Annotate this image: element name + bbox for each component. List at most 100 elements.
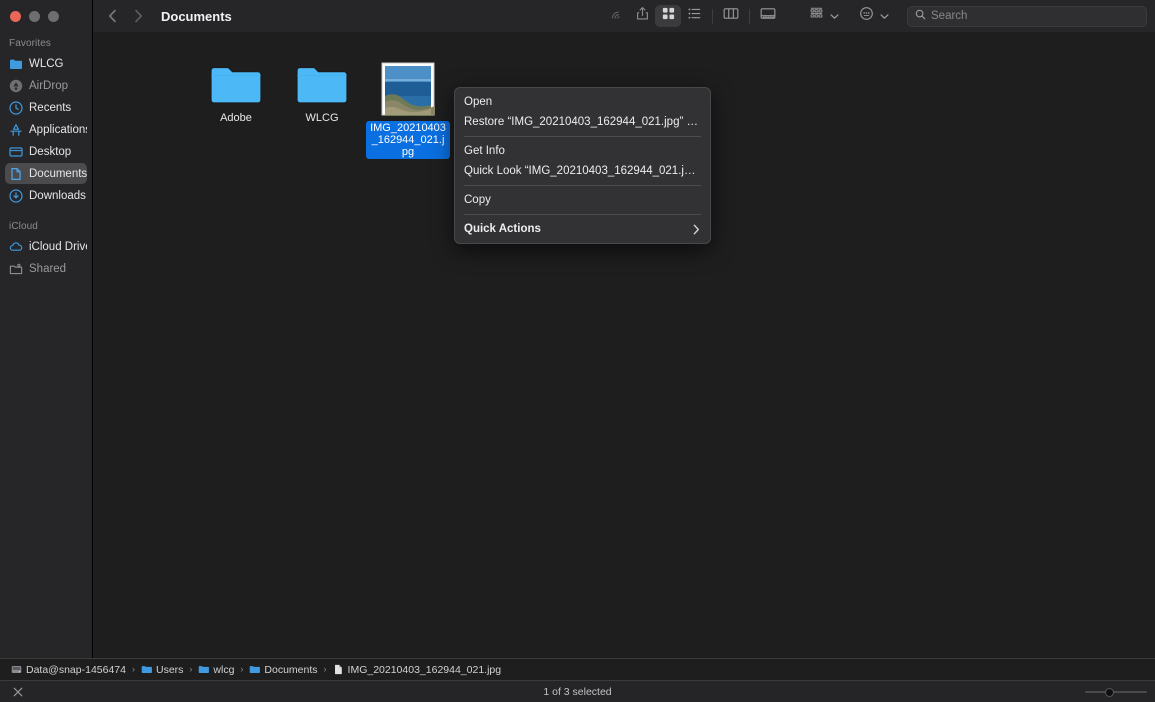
breadcrumb-label: Data@snap-1456474: [26, 663, 126, 676]
chevron-down-icon[interactable]: [880, 13, 889, 20]
window-controls: [0, 0, 92, 32]
column-view-button[interactable]: [718, 5, 744, 27]
chevron-down-icon[interactable]: [830, 13, 839, 20]
breadcrumb-item-drive[interactable]: Data@snap-1456474: [11, 664, 126, 676]
list-view-button[interactable]: [681, 5, 707, 27]
context-menu-separator: [464, 185, 701, 186]
group-by-button[interactable]: [803, 5, 829, 27]
back-button[interactable]: [105, 7, 119, 25]
icon-view-button[interactable]: [655, 5, 681, 27]
breadcrumb-separator: ›: [131, 664, 135, 674]
gallery-view-icon: [760, 6, 776, 26]
context-menu-item-get-info[interactable]: Get Info: [455, 141, 710, 161]
context-menu-item-quick-look[interactable]: Quick Look “IMG_20210403_162944_021.jpg”: [455, 161, 710, 181]
sidebar-item-downloads[interactable]: Downloads: [5, 185, 87, 206]
share-toolbar-button[interactable]: [629, 5, 655, 27]
breadcrumb-item-users[interactable]: Users: [141, 664, 183, 676]
file-icon: [333, 664, 344, 675]
context-menu-item-label: Quick Actions: [464, 223, 541, 235]
minimize-window-button[interactable]: [29, 10, 40, 22]
toolbar-divider: [749, 8, 750, 24]
file-item-adobe[interactable]: Adobe: [193, 62, 279, 125]
sidebar-item-recents[interactable]: Recents: [5, 97, 87, 118]
group-by-control[interactable]: [803, 5, 839, 27]
airdrop-icon: [9, 79, 23, 93]
search-input[interactable]: [931, 10, 1139, 22]
sidebar-item-label: Applications: [29, 123, 87, 136]
clock-icon: [9, 100, 23, 115]
path-bar: Data@snap-1456474 › Users › wlcg › Docum…: [0, 658, 1155, 680]
sidebar-item-airdrop[interactable]: AirDrop: [5, 75, 87, 96]
sidebar-item-shared[interactable]: Shared: [5, 258, 87, 279]
slider-knob[interactable]: [1105, 687, 1114, 697]
gallery-view-button[interactable]: [755, 5, 781, 27]
icon-view-icon: [661, 6, 676, 26]
breadcrumb-item-documents[interactable]: Documents: [249, 663, 318, 676]
share-icon: [635, 6, 650, 26]
sidebar-item-documents[interactable]: Documents: [5, 163, 87, 184]
context-menu-item-label: Copy: [464, 194, 491, 206]
airdrop-icon: [609, 6, 624, 26]
file-item-label: WLCG: [305, 112, 339, 124]
breadcrumb-item-wlcg[interactable]: wlcg: [198, 664, 234, 676]
desktop-icon: [9, 145, 23, 159]
action-menu-button[interactable]: [853, 5, 879, 27]
drive-icon: [11, 664, 22, 675]
folder-icon: [295, 62, 349, 106]
breadcrumb-separator: ›: [323, 664, 327, 674]
context-menu-item-label: Quick Look “IMG_20210403_162944_021.jpg”: [464, 165, 700, 177]
context-menu-item-label: Get Info: [464, 145, 505, 157]
slider-track: [1085, 691, 1147, 693]
close-icon[interactable]: [10, 687, 26, 697]
context-menu-separator: [464, 214, 701, 215]
action-menu-icon: [859, 6, 874, 26]
sidebar-section-favorites-title: Favorites: [9, 38, 52, 49]
sidebar-item-label: Documents: [29, 167, 87, 180]
sidebar-item-icloud-drive[interactable]: iCloud Drive: [5, 236, 87, 257]
context-menu[interactable]: Open Restore “IMG_20210403_162944_021.jp…: [454, 87, 711, 244]
sidebar-item-label: iCloud Drive: [29, 240, 87, 253]
folder-icon: [141, 664, 152, 675]
airdrop-toolbar-button[interactable]: [603, 5, 629, 27]
context-menu-item-open[interactable]: Open: [455, 92, 710, 112]
sidebar-item-label: WLCG: [29, 57, 64, 70]
forward-button[interactable]: [131, 7, 145, 25]
folder-icon: [9, 57, 23, 71]
main-pane: Documents Search Adobe WLCG IMG_20210403…: [93, 0, 1155, 658]
chevron-right-icon: [693, 224, 700, 235]
file-item-label: IMG_20210403_162944_021.jpg: [366, 121, 450, 159]
action-menu-control[interactable]: [853, 5, 889, 27]
sidebar-item-wlcg[interactable]: WLCG: [5, 53, 87, 74]
maximize-window-button[interactable]: [48, 10, 59, 22]
finder-window: Favorites WLCG AirDrop Recents Applicati…: [0, 0, 1155, 702]
toolbar-divider: [712, 8, 713, 24]
file-item-label: Adobe: [220, 112, 252, 124]
list-view-icon: [687, 6, 702, 26]
breadcrumb-label: IMG_20210403_162944_021.jpg: [347, 663, 502, 676]
file-grid-area[interactable]: Adobe WLCG IMG_20210403_162944_021.jpg O…: [93, 32, 1155, 658]
group-by-icon: [809, 6, 824, 26]
zoom-slider[interactable]: [1085, 681, 1147, 702]
search-field[interactable]: [907, 5, 1147, 27]
context-menu-item-quick-actions[interactable]: Quick Actions: [455, 219, 710, 239]
column-view-icon: [723, 6, 739, 26]
document-icon: [9, 167, 23, 181]
sidebar-item-desktop[interactable]: Desktop: [5, 141, 87, 162]
status-bar: 1 of 3 selected: [0, 680, 1155, 702]
breadcrumb-item-file[interactable]: IMG_20210403_162944_021.jpg: [333, 663, 502, 676]
close-window-button[interactable]: [10, 10, 21, 22]
context-menu-item-copy[interactable]: Copy: [455, 190, 710, 210]
file-item-wlcg[interactable]: WLCG: [279, 62, 365, 125]
page-title: Documents: [161, 8, 232, 24]
folder-icon: [198, 664, 210, 675]
context-menu-item-restore[interactable]: Restore “IMG_20210403_162944_021.jpg” to…: [455, 112, 710, 132]
context-menu-separator: [464, 136, 701, 137]
breadcrumb-label: Users: [155, 663, 184, 676]
folder-icon: [209, 62, 263, 106]
breadcrumb-label: wlcg: [213, 663, 235, 676]
sidebar-section-icloud-title: iCloud: [9, 221, 38, 232]
sidebar-item-label: Downloads: [29, 189, 86, 202]
breadcrumb-label: Documents: [264, 663, 318, 676]
file-item-image[interactable]: IMG_20210403_162944_021.jpg: [365, 62, 451, 159]
sidebar-item-applications[interactable]: Applications: [5, 119, 87, 140]
